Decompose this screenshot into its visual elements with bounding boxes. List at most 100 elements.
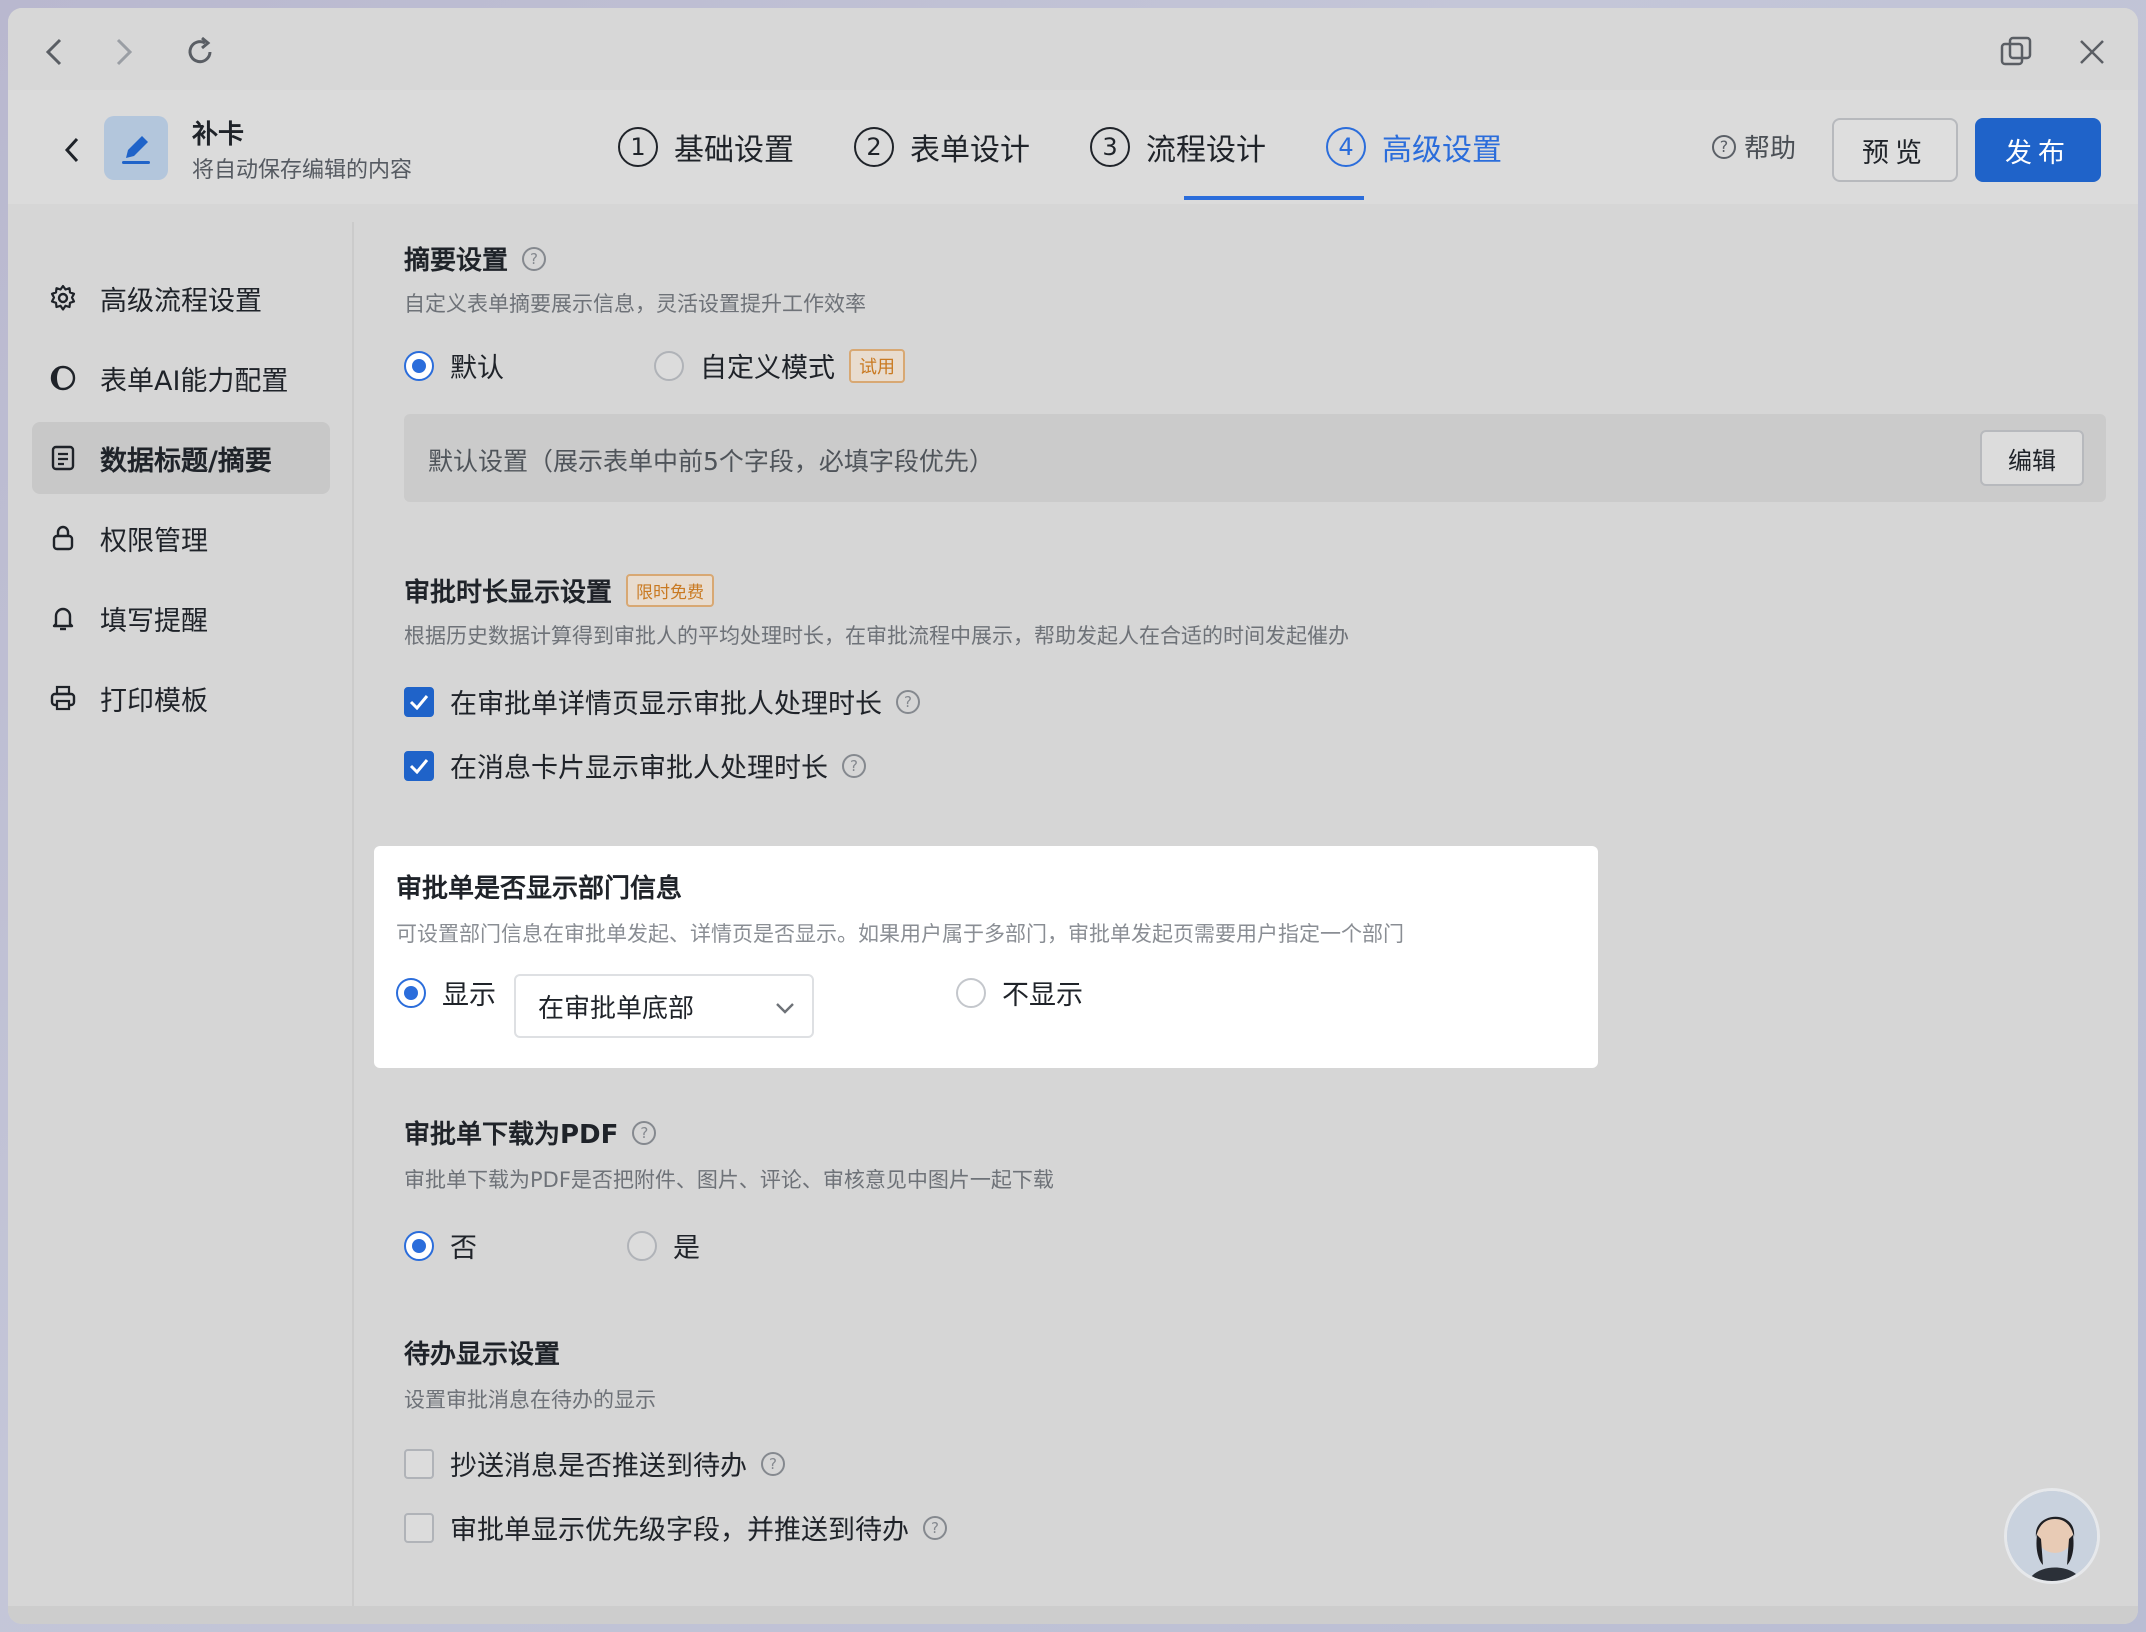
department-position-select[interactable]: 在审批单底部 — [514, 974, 814, 1038]
option-label: 是 — [673, 1233, 700, 1264]
section-title-text: 审批单是否显示部门信息 — [396, 874, 683, 904]
option-label: 在消息卡片显示审批人处理时长 — [450, 753, 828, 784]
section-title-text: 审批时长显示设置 — [404, 578, 613, 608]
bell-icon — [48, 603, 78, 633]
edit-summary-button[interactable]: 编辑 — [1980, 430, 2084, 486]
summary-section-title: 摘要设置 ? — [404, 240, 547, 277]
help-icon[interactable]: ? — [896, 689, 920, 714]
todo-section-title: 待办显示设置 — [404, 1334, 560, 1371]
trial-badge: 试用 — [849, 348, 905, 383]
sidebar-item-label: 数据标题/摘要 — [100, 445, 272, 477]
sidebar-item-permissions[interactable]: 权限管理 — [32, 502, 330, 574]
department-hide-option: 不显示 — [956, 973, 1083, 1012]
nav-back-icon[interactable] — [34, 32, 74, 72]
default-summary-box: 默认设置（展示表单中前5个字段，必填字段优先） 编辑 — [404, 414, 2106, 502]
sidebar-item-advanced-flow[interactable]: 高级流程设置 — [32, 262, 330, 334]
gear-icon — [48, 283, 78, 313]
option-label: 默认 — [450, 353, 504, 384]
tab-advanced-settings[interactable]: 4 高级设置 — [1326, 90, 1502, 204]
pdf-no-radio[interactable] — [404, 1230, 434, 1261]
active-tab-indicator — [1184, 196, 1364, 200]
sidebar-item-label: 填写提醒 — [100, 605, 208, 637]
sidebar-item-label: 打印模板 — [100, 685, 208, 717]
option-label: 否 — [450, 1233, 477, 1264]
settings-sidebar: 高级流程设置 表单AI能力配置 数据标题/摘要 权限管理 填写提醒 打印模板 — [8, 222, 354, 1606]
step-number: 3 — [1090, 127, 1130, 167]
close-icon[interactable] — [2072, 32, 2112, 72]
assistant-avatar[interactable] — [2004, 1488, 2100, 1584]
help-link[interactable]: ? 帮助 — [1712, 128, 1796, 165]
open-external-icon[interactable] — [1996, 32, 2036, 72]
department-description: 可设置部门信息在审批单发起、详情页是否显示。如果用户属于多部门，审批单发起页需要… — [396, 922, 1404, 946]
tab-basic-settings[interactable]: 1 基础设置 — [618, 90, 794, 204]
message-card-duration-checkbox[interactable] — [404, 750, 434, 781]
option-label: 自定义模式 — [700, 353, 835, 384]
document-icon — [48, 443, 78, 473]
help-icon[interactable]: ? — [761, 1451, 785, 1476]
step-label: 基础设置 — [674, 133, 794, 168]
sidebar-item-form-ai[interactable]: 表单AI能力配置 — [32, 342, 330, 414]
lock-icon — [48, 523, 78, 553]
department-hide-radio[interactable] — [956, 977, 986, 1008]
summary-mode-options: 默认 自定义模式 试用 — [404, 346, 905, 385]
pdf-options: 否 是 — [404, 1226, 700, 1265]
publish-button[interactable]: 发布 — [1975, 118, 2101, 182]
app-title: 补卡 — [192, 120, 245, 150]
pdf-description: 审批单下载为PDF是否把附件、图片、评论、审核意见中图片一起下载 — [404, 1168, 1054, 1192]
option-label: 抄送消息是否推送到待办 — [450, 1451, 747, 1482]
select-value: 在审批单底部 — [538, 993, 695, 1024]
sidebar-item-data-title-summary[interactable]: 数据标题/摘要 — [32, 422, 330, 494]
step-label: 表单设计 — [910, 133, 1030, 168]
cc-push-todo-checkbox[interactable] — [404, 1448, 434, 1479]
preview-button[interactable]: 预览 — [1832, 118, 1958, 182]
tab-form-design[interactable]: 2 表单设计 — [854, 90, 1030, 204]
step-tabs: 1 基础设置 2 表单设计 3 流程设计 4 高级设置 — [618, 90, 1562, 204]
duration-check-row-1: 在审批单详情页显示审批人处理时长 ? — [404, 682, 920, 721]
step-label: 流程设计 — [1146, 133, 1266, 168]
duration-check-row-2: 在消息卡片显示审批人处理时长 ? — [404, 746, 866, 785]
ai-icon — [48, 363, 78, 393]
default-summary-text: 默认设置（展示表单中前5个字段，必填字段优先） — [428, 447, 994, 476]
help-icon[interactable]: ? — [632, 1120, 657, 1145]
pdf-section-title: 审批单下载为PDF ? — [404, 1114, 657, 1151]
help-icon[interactable]: ? — [842, 753, 866, 778]
printer-icon — [48, 683, 78, 713]
refresh-icon[interactable] — [180, 32, 220, 72]
option-label: 审批单显示优先级字段，并推送到待办 — [450, 1515, 909, 1546]
todo-check-row-1: 抄送消息是否推送到待办 ? — [404, 1444, 785, 1483]
tab-flow-design[interactable]: 3 流程设计 — [1090, 90, 1266, 204]
sidebar-item-print-template[interactable]: 打印模板 — [32, 662, 330, 734]
department-show-radio[interactable] — [396, 977, 426, 1008]
department-section-highlight: 审批单是否显示部门信息 可设置部门信息在审批单发起、详情页是否显示。如果用户属于… — [374, 846, 1598, 1068]
option-label: 显示 — [442, 980, 496, 1011]
help-label: 帮助 — [1744, 134, 1797, 164]
todo-check-row-2: 审批单显示优先级字段，并推送到待办 ? — [404, 1508, 947, 1547]
sidebar-item-label: 高级流程设置 — [100, 285, 262, 317]
pdf-yes-radio[interactable] — [627, 1230, 657, 1261]
window-bottom-edge — [8, 1606, 2138, 1624]
help-icon[interactable]: ? — [522, 246, 547, 271]
chevron-down-icon — [774, 996, 796, 1026]
step-number: 4 — [1326, 127, 1366, 167]
section-title-text: 待办显示设置 — [404, 1340, 561, 1370]
summary-description: 自定义表单摘要展示信息，灵活设置提升工作效率 — [404, 292, 866, 316]
summary-custom-radio[interactable] — [654, 350, 684, 381]
title-bar — [8, 8, 2138, 90]
help-icon[interactable]: ? — [923, 1515, 947, 1540]
back-arrow-icon[interactable] — [48, 126, 96, 174]
step-number: 1 — [618, 127, 658, 167]
section-title-text: 摘要设置 — [404, 246, 509, 276]
app-header: 补卡 将自动保存编辑的内容 1 基础设置 2 表单设计 3 流程设计 4 高级设… — [8, 90, 2138, 204]
department-section-title: 审批单是否显示部门信息 — [396, 868, 682, 905]
summary-default-radio[interactable] — [404, 350, 434, 381]
help-icon: ? — [1712, 134, 1736, 159]
todo-description: 设置审批消息在待办的显示 — [404, 1388, 656, 1412]
duration-description: 根据历史数据计算得到审批人的平均处理时长，在审批流程中展示，帮助发起人在合适的时… — [404, 624, 1349, 648]
nav-forward-icon[interactable] — [104, 32, 144, 72]
priority-push-todo-checkbox[interactable] — [404, 1512, 434, 1543]
sidebar-item-fill-reminder[interactable]: 填写提醒 — [32, 582, 330, 654]
app-window: 补卡 将自动保存编辑的内容 1 基础设置 2 表单设计 3 流程设计 4 高级设… — [8, 8, 2138, 1624]
option-label: 在审批单详情页显示审批人处理时长 — [450, 689, 882, 720]
app-logo-icon — [104, 116, 168, 180]
detail-page-duration-checkbox[interactable] — [404, 686, 434, 717]
